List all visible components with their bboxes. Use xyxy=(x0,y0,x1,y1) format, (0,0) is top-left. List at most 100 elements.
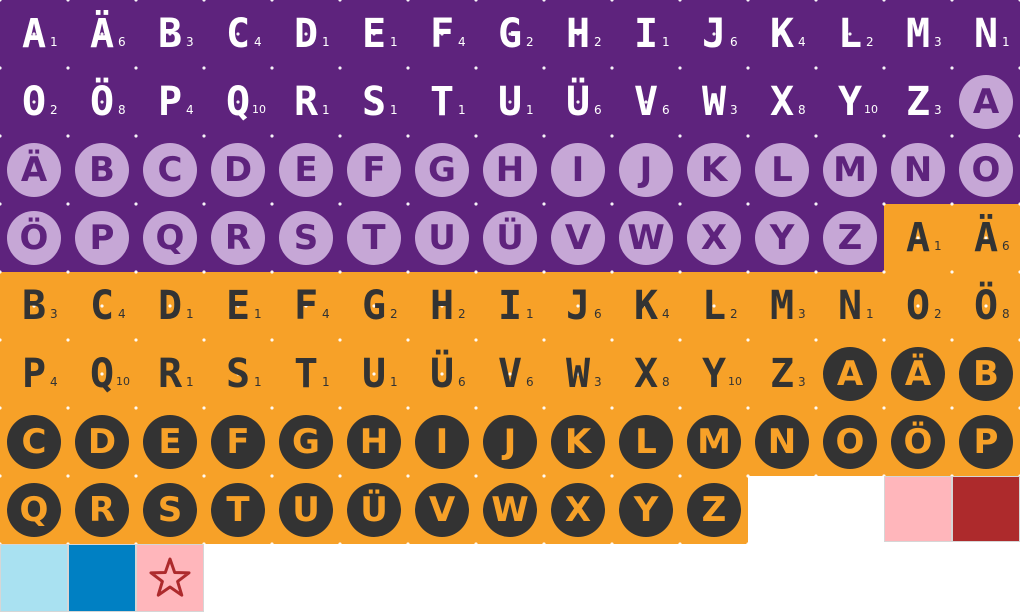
letter-tile[interactable]: N1 xyxy=(816,272,884,340)
letter-tile[interactable]: P xyxy=(68,204,136,272)
letter-tile[interactable]: S1 xyxy=(204,340,272,408)
letter-tile[interactable]: L2 xyxy=(680,272,748,340)
color-swatch-blue[interactable] xyxy=(68,544,136,612)
letter-tile[interactable]: N xyxy=(884,136,952,204)
color-swatch-pink[interactable] xyxy=(884,476,952,542)
letter-tile[interactable]: T1 xyxy=(272,340,340,408)
letter-tile[interactable]: V6 xyxy=(612,68,680,136)
letter-tile[interactable]: E1 xyxy=(340,0,408,68)
letter-tile[interactable]: C4 xyxy=(204,0,272,68)
letter-tile[interactable]: Z xyxy=(816,204,884,272)
letter-tile[interactable]: X xyxy=(680,204,748,272)
letter-tile[interactable]: Ö xyxy=(0,204,68,272)
letter-tile[interactable]: P4 xyxy=(0,340,68,408)
letter-tile[interactable]: C xyxy=(0,408,68,476)
letter-tile[interactable]: H xyxy=(340,408,408,476)
color-swatch-light-blue[interactable] xyxy=(0,544,68,612)
letter-tile[interactable]: I1 xyxy=(612,0,680,68)
letter-tile[interactable]: D xyxy=(68,408,136,476)
letter-tile[interactable]: E1 xyxy=(204,272,272,340)
letter-tile[interactable]: W3 xyxy=(544,340,612,408)
letter-tile[interactable]: M3 xyxy=(748,272,816,340)
letter-tile[interactable]: J6 xyxy=(680,0,748,68)
letter-tile[interactable]: P xyxy=(952,408,1020,476)
letter-tile[interactable]: M3 xyxy=(884,0,952,68)
letter-tile[interactable]: W3 xyxy=(680,68,748,136)
letter-tile[interactable]: H xyxy=(476,136,544,204)
letter-tile[interactable]: B xyxy=(68,136,136,204)
letter-tile[interactable]: W xyxy=(476,476,544,544)
letter-tile[interactable]: F xyxy=(204,408,272,476)
letter-tile[interactable]: Y xyxy=(748,204,816,272)
letter-tile[interactable]: S xyxy=(272,204,340,272)
letter-tile[interactable]: Z xyxy=(680,476,748,544)
letter-tile[interactable]: Ä6 xyxy=(68,0,136,68)
letter-tile[interactable]: C4 xyxy=(68,272,136,340)
letter-tile[interactable]: I xyxy=(408,408,476,476)
letter-tile[interactable]: T xyxy=(204,476,272,544)
letter-tile[interactable]: L xyxy=(612,408,680,476)
letter-tile[interactable]: T xyxy=(340,204,408,272)
letter-tile[interactable]: B3 xyxy=(0,272,68,340)
letter-tile[interactable]: K xyxy=(680,136,748,204)
letter-tile[interactable]: A1 xyxy=(0,0,68,68)
letter-tile[interactable]: O xyxy=(816,408,884,476)
letter-tile[interactable]: X8 xyxy=(612,340,680,408)
letter-tile[interactable]: H2 xyxy=(408,272,476,340)
letter-tile[interactable]: Q 10 xyxy=(68,340,136,408)
letter-tile[interactable]: E xyxy=(272,136,340,204)
letter-tile[interactable]: G2 xyxy=(476,0,544,68)
letter-tile[interactable]: Q 10 xyxy=(204,68,272,136)
letter-tile[interactable]: V6 xyxy=(476,340,544,408)
letter-tile[interactable]: S1 xyxy=(340,68,408,136)
letter-tile[interactable]: K4 xyxy=(612,272,680,340)
letter-tile[interactable]: G2 xyxy=(340,272,408,340)
letter-tile[interactable]: A1 xyxy=(884,204,952,272)
letter-tile[interactable]: W xyxy=(612,204,680,272)
letter-tile[interactable]: K xyxy=(544,408,612,476)
letter-tile[interactable]: Ö xyxy=(884,408,952,476)
letter-tile[interactable]: Ü xyxy=(476,204,544,272)
letter-tile[interactable]: V xyxy=(544,204,612,272)
letter-tile[interactable]: I xyxy=(544,136,612,204)
letter-tile[interactable]: Ö8 xyxy=(952,272,1020,340)
letter-tile[interactable]: U1 xyxy=(476,68,544,136)
letter-tile[interactable]: R1 xyxy=(136,340,204,408)
letter-tile[interactable]: Ä xyxy=(884,340,952,408)
letter-tile[interactable]: N1 xyxy=(952,0,1020,68)
letter-tile[interactable]: M xyxy=(680,408,748,476)
letter-tile[interactable]: E xyxy=(136,408,204,476)
letter-tile[interactable]: G xyxy=(408,136,476,204)
letter-tile[interactable]: K4 xyxy=(748,0,816,68)
letter-tile[interactable]: L2 xyxy=(816,0,884,68)
letter-tile[interactable]: F xyxy=(340,136,408,204)
letter-tile[interactable]: Y xyxy=(612,476,680,544)
letter-tile[interactable]: Q xyxy=(136,204,204,272)
letter-tile[interactable]: B3 xyxy=(136,0,204,68)
letter-tile[interactable]: J6 xyxy=(544,272,612,340)
letter-tile[interactable]: C xyxy=(136,136,204,204)
letter-tile[interactable]: Ö8 xyxy=(68,68,136,136)
letter-tile[interactable]: J xyxy=(476,408,544,476)
letter-tile[interactable]: H2 xyxy=(544,0,612,68)
letter-tile[interactable]: X xyxy=(544,476,612,544)
letter-tile[interactable]: R xyxy=(204,204,272,272)
letter-tile[interactable]: B xyxy=(952,340,1020,408)
letter-tile[interactable]: I1 xyxy=(476,272,544,340)
letter-tile[interactable]: U xyxy=(408,204,476,272)
letter-tile[interactable]: Ä xyxy=(0,136,68,204)
letter-tile[interactable]: D xyxy=(204,136,272,204)
letter-tile[interactable]: Z3 xyxy=(748,340,816,408)
letter-tile[interactable]: M xyxy=(816,136,884,204)
letter-tile[interactable]: Ü6 xyxy=(544,68,612,136)
letter-tile[interactable]: R1 xyxy=(272,68,340,136)
letter-tile[interactable]: L xyxy=(748,136,816,204)
letter-tile[interactable]: Ü xyxy=(340,476,408,544)
letter-tile[interactable]: O2 xyxy=(0,68,68,136)
letter-tile[interactable]: Y 10 xyxy=(680,340,748,408)
letter-tile[interactable]: F4 xyxy=(272,272,340,340)
letter-tile[interactable]: U xyxy=(272,476,340,544)
letter-tile[interactable]: Q xyxy=(0,476,68,544)
letter-tile[interactable]: T1 xyxy=(408,68,476,136)
letter-tile[interactable]: Ä6 xyxy=(952,204,1020,272)
